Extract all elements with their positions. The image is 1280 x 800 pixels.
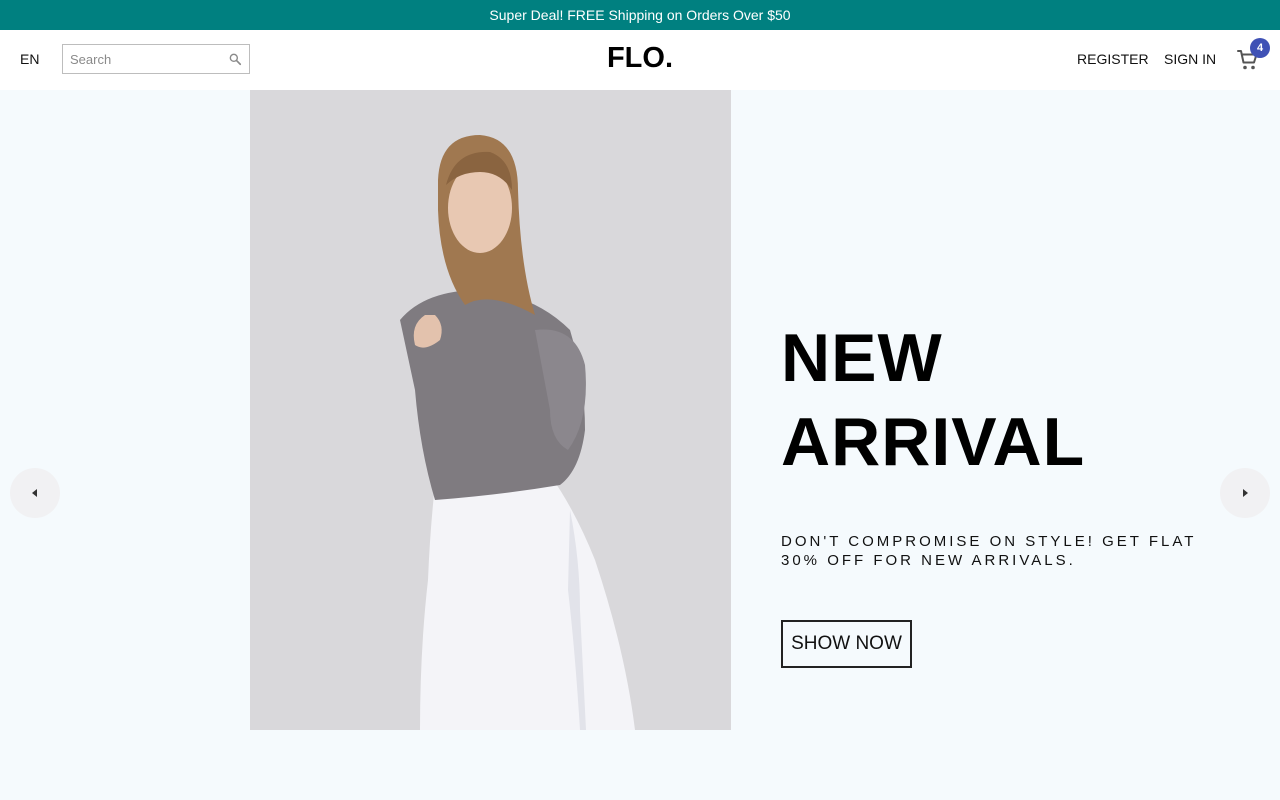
slider-prev-button[interactable] bbox=[10, 468, 60, 518]
show-now-button[interactable]: SHOW NOW bbox=[781, 620, 912, 668]
register-link[interactable]: REGISTER bbox=[1077, 51, 1149, 67]
hero-slider: NEW ARRIVAL DON'T COMPROMISE ON STYLE! G… bbox=[0, 90, 1280, 800]
cart-button[interactable]: 4 bbox=[1236, 38, 1270, 72]
hero-description: DON'T COMPROMISE ON STYLE! GET FLAT 30% … bbox=[781, 533, 1197, 569]
headline-line-1: NEW bbox=[781, 320, 943, 396]
sign-in-link[interactable]: SIGN IN bbox=[1164, 51, 1216, 67]
hero-image bbox=[250, 90, 731, 730]
slider-next-button[interactable] bbox=[1220, 468, 1270, 518]
announcement-bar: Super Deal! FREE Shipping on Orders Over… bbox=[0, 0, 1280, 30]
headline-line-2: ARRIVAL bbox=[781, 404, 1086, 480]
arrow-left-icon bbox=[32, 489, 37, 497]
hero-headline: NEW ARRIVAL bbox=[781, 316, 1085, 484]
announcement-text: Super Deal! FREE Shipping on Orders Over… bbox=[489, 7, 791, 23]
navbar: EN FLO. REGISTER SIGN IN 4 bbox=[0, 30, 1280, 90]
cart-count-badge: 4 bbox=[1250, 38, 1270, 58]
arrow-right-icon bbox=[1243, 489, 1248, 497]
logo-text[interactable]: FLO. bbox=[607, 42, 673, 74]
